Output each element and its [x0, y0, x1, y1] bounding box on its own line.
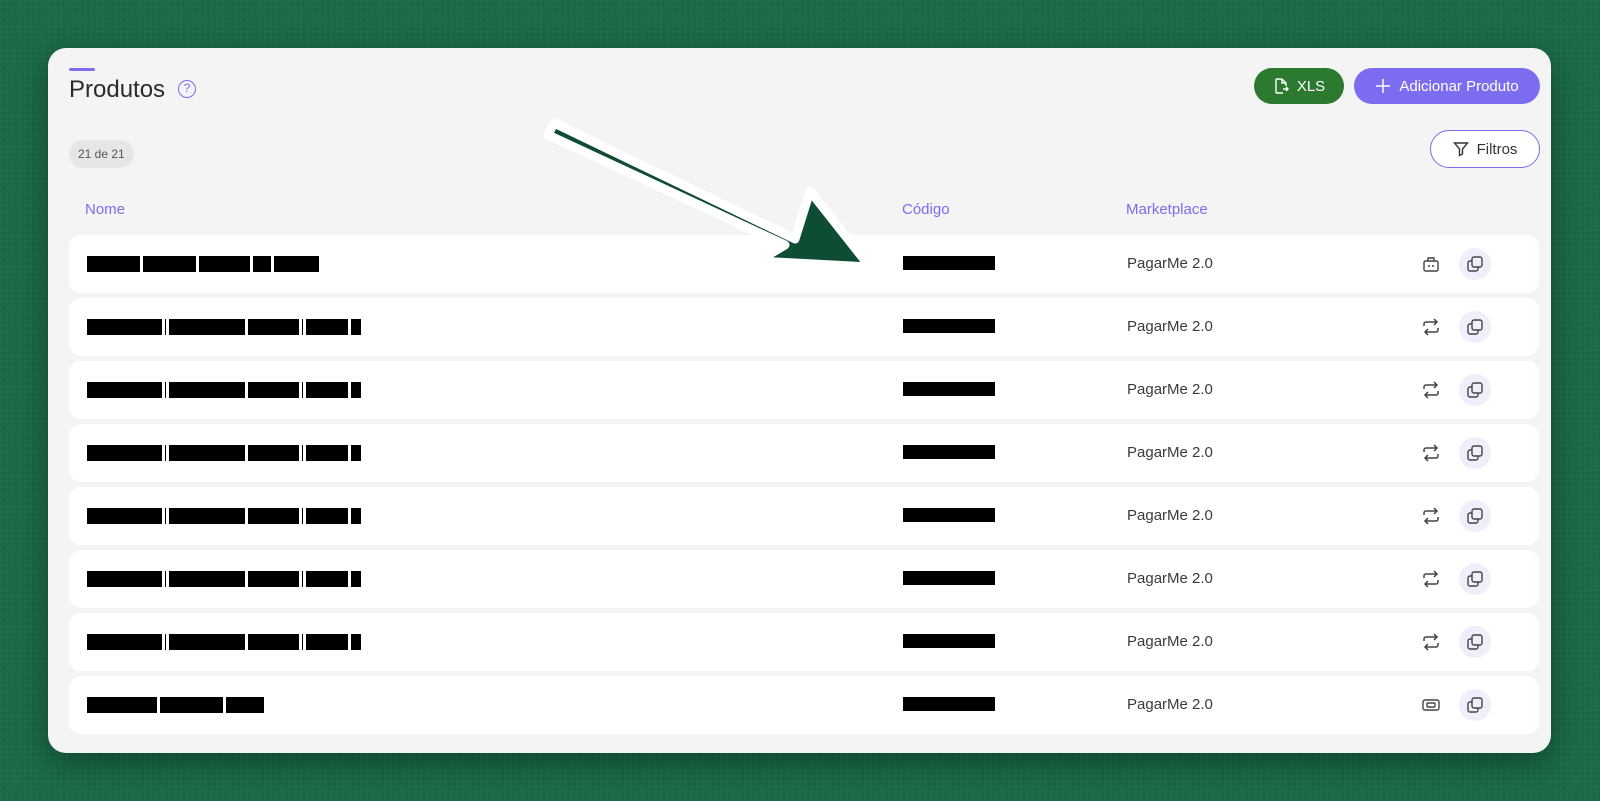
recurring-icon	[1419, 378, 1443, 402]
copy-icon[interactable]	[1459, 311, 1491, 343]
title-accent	[69, 68, 95, 71]
table-row[interactable]: PagarMe 2.0	[69, 613, 1539, 671]
count-badge: 21 de 21	[69, 140, 134, 168]
column-header-nome[interactable]: Nome	[85, 201, 125, 218]
product-code-redacted	[903, 508, 995, 522]
filters-button[interactable]: Filtros	[1430, 130, 1540, 168]
recurring-icon	[1419, 315, 1443, 339]
product-name-redacted	[87, 445, 361, 461]
product-code-redacted	[903, 319, 995, 333]
product-name-redacted	[87, 697, 264, 713]
recurring-icon	[1419, 630, 1443, 654]
copy-icon[interactable]	[1459, 689, 1491, 721]
product-name-redacted	[87, 256, 319, 272]
copy-icon[interactable]	[1459, 500, 1491, 532]
table-row[interactable]: PagarMe 2.0	[69, 298, 1539, 356]
product-name-redacted	[87, 634, 361, 650]
copy-icon[interactable]	[1459, 437, 1491, 469]
product-code-redacted	[903, 445, 995, 459]
page-title: Produtos	[69, 76, 166, 103]
product-code-redacted	[903, 382, 995, 396]
add-product-label: Adicionar Produto	[1399, 77, 1519, 95]
marketplace-cell: PagarMe 2.0	[1127, 318, 1213, 335]
table-row[interactable]: PagarMe 2.0	[69, 361, 1539, 419]
plus-icon	[1376, 79, 1391, 93]
product-name-redacted	[87, 571, 361, 587]
add-product-button[interactable]: Adicionar Produto	[1354, 68, 1540, 104]
marketplace-cell: PagarMe 2.0	[1127, 633, 1213, 650]
annotation-arrow	[543, 118, 875, 272]
column-header-codigo[interactable]: Código	[902, 201, 950, 218]
recurring-icon	[1419, 567, 1443, 591]
recurring-icon	[1419, 504, 1443, 528]
table-row[interactable]: PagarMe 2.0	[69, 487, 1539, 545]
copy-icon[interactable]	[1459, 374, 1491, 406]
column-header-marketplace[interactable]: Marketplace	[1126, 201, 1208, 218]
table-row[interactable]: PagarMe 2.0	[69, 676, 1539, 734]
marketplace-cell: PagarMe 2.0	[1127, 381, 1213, 398]
help-icon[interactable]: ?	[178, 80, 196, 98]
product-code-redacted	[903, 697, 995, 711]
marketplace-cell: PagarMe 2.0	[1127, 255, 1213, 272]
ticket-icon	[1419, 693, 1443, 717]
xls-label: XLS	[1296, 77, 1326, 95]
copy-icon[interactable]	[1459, 626, 1491, 658]
filter-icon	[1452, 142, 1469, 157]
product-name-redacted	[87, 382, 361, 398]
copy-icon[interactable]	[1459, 248, 1491, 280]
package-icon	[1419, 252, 1443, 276]
product-code-redacted	[903, 256, 995, 270]
copy-icon[interactable]	[1459, 563, 1491, 595]
marketplace-cell: PagarMe 2.0	[1127, 444, 1213, 461]
table-row[interactable]: PagarMe 2.0	[69, 424, 1539, 482]
marketplace-cell: PagarMe 2.0	[1127, 696, 1213, 713]
recurring-icon	[1419, 441, 1443, 465]
product-name-redacted	[87, 319, 361, 335]
export-xls-button[interactable]: XLS	[1254, 68, 1344, 104]
filters-label: Filtros	[1476, 140, 1518, 158]
product-name-redacted	[87, 508, 361, 524]
product-code-redacted	[903, 634, 995, 648]
file-export-icon	[1275, 78, 1289, 94]
marketplace-cell: PagarMe 2.0	[1127, 570, 1213, 587]
table-row[interactable]: PagarMe 2.0	[69, 550, 1539, 608]
marketplace-cell: PagarMe 2.0	[1127, 507, 1213, 524]
product-code-redacted	[903, 571, 995, 585]
